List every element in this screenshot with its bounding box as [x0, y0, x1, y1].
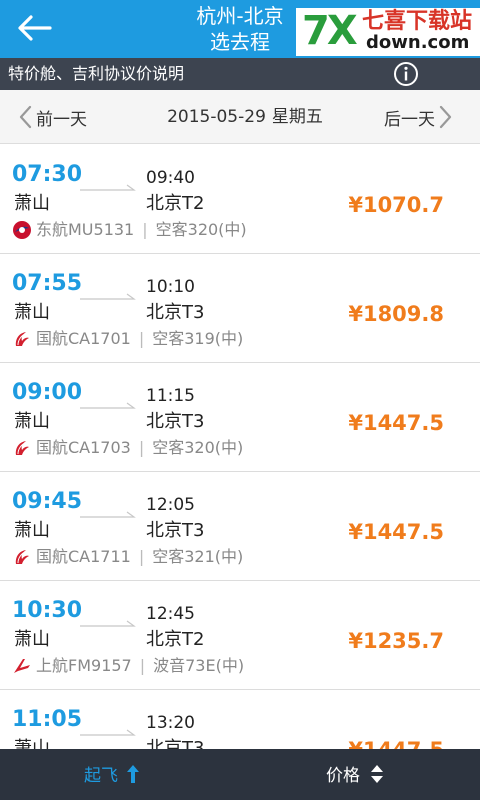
- divider: |: [138, 438, 145, 457]
- departure-airport: 萧山: [14, 738, 50, 749]
- airline-info: 国航CA1703 | 空客320(中): [12, 437, 243, 459]
- flight-list[interactable]: 07:30 09:40 萧山 北京T2 东航MU5131 | 空客320(中) ¥1070.7…: [0, 146, 480, 749]
- watermark-cn-text: 七喜下载站: [362, 9, 473, 34]
- sort-departure-label: 起飞: [84, 766, 118, 786]
- chevron-right-icon: [439, 105, 452, 129]
- departure-time: 09:45: [12, 489, 83, 514]
- airchina-airline-logo-icon: [12, 547, 32, 567]
- aircraft-type: 波音73E(中): [153, 656, 245, 675]
- arrival-airport: 北京T3: [146, 411, 205, 432]
- chevron-left-icon: [19, 105, 32, 129]
- flight-row[interactable]: 10:30 12:45 萧山 北京T2 上航FM9157 | 波音73E(中) ¥1235.7: [0, 582, 480, 690]
- flight-row[interactable]: 09:45 12:05 萧山 北京T3 国航CA1711 | 空客321(中) ¥1447.5: [0, 473, 480, 581]
- back-button[interactable]: [12, 8, 56, 48]
- sort-updown-icon: [371, 764, 383, 783]
- sort-bar: 起飞 价格: [0, 749, 480, 800]
- airline-info: 国航CA1711 | 空客321(中): [12, 546, 243, 568]
- arrival-time: 09:40: [146, 168, 195, 188]
- aircraft-type: 空客320(中): [152, 438, 244, 457]
- aircraft-type: 空客321(中): [152, 547, 244, 566]
- next-day-button[interactable]: 后一天: [384, 104, 453, 130]
- airline-info: 东航MU5131 | 空客320(中): [12, 219, 247, 241]
- prev-day-label: 前一天: [36, 109, 87, 130]
- current-date: 2015-05-29 星期五: [160, 106, 336, 128]
- flight-number: 国航CA1703: [36, 438, 131, 457]
- back-arrow-icon: [18, 15, 52, 41]
- watermark-domain-text: down.com: [366, 32, 470, 53]
- route-arrow-icon: [80, 402, 136, 409]
- divider: |: [138, 547, 145, 566]
- flight-number: 国航CA1711: [36, 547, 131, 566]
- sort-by-departure-button[interactable]: 起飞: [84, 761, 140, 786]
- flight-number: 上航FM9157: [36, 656, 132, 675]
- arrival-time: 12:45: [146, 604, 195, 624]
- departure-time: 10:30: [12, 598, 83, 623]
- arrival-time: 12:05: [146, 495, 195, 515]
- arrival-airport: 北京T2: [146, 629, 205, 650]
- departure-time: 09:00: [12, 380, 83, 405]
- departure-airport: 萧山: [14, 411, 50, 432]
- fare-price: ¥1447.5: [348, 411, 444, 435]
- shanghai-airline-logo-icon: [12, 656, 32, 676]
- prev-day-button[interactable]: 前一天: [18, 104, 87, 130]
- watermark-7x-mark: 7X: [302, 8, 358, 54]
- route-arrow-icon: [80, 293, 136, 300]
- weekday-value: 星期五: [271, 107, 323, 127]
- arrival-airport: 北京T3: [146, 302, 205, 323]
- fare-price: ¥1235.7: [348, 629, 444, 653]
- flight-row[interactable]: 07:55 10:10 萧山 北京T3 国航CA1701 | 空客319(中) ¥1809.8: [0, 255, 480, 363]
- airline-info: 上航FM9157 | 波音73E(中): [12, 655, 244, 677]
- airline-info: 国航CA1701 | 空客319(中): [12, 328, 243, 350]
- aircraft-type: 空客320(中): [155, 220, 247, 239]
- flight-row[interactable]: 09:00 11:15 萧山 北京T3 国航CA1703 | 空客320(中) ¥1447.5: [0, 364, 480, 472]
- route-arrow-icon: [80, 620, 136, 627]
- arrival-airport: 北京T2: [146, 193, 205, 214]
- divider: |: [139, 656, 146, 675]
- route-arrow-icon: [80, 729, 136, 736]
- info-icon[interactable]: [393, 61, 419, 87]
- departure-time: 07:55: [12, 271, 83, 296]
- sort-by-price-button[interactable]: 价格: [326, 761, 384, 786]
- departure-time: 11:05: [12, 707, 83, 732]
- route-arrow-icon: [80, 184, 136, 191]
- watermark-logo: 7X 七喜下载站 down.com: [296, 8, 480, 56]
- departure-airport: 萧山: [14, 302, 50, 323]
- arrival-airport: 北京T3: [146, 520, 205, 541]
- aircraft-type: 空客319(中): [152, 329, 244, 348]
- flight-number: 国航CA1701: [36, 329, 131, 348]
- fare-notice-text: 特价舱、吉利协议价说明: [8, 64, 185, 83]
- fare-price: ¥1809.8: [348, 302, 444, 326]
- next-day-label: 后一天: [384, 109, 435, 130]
- arrival-airport: 北京T3: [146, 738, 205, 749]
- airchina-airline-logo-icon: [12, 329, 32, 349]
- airchina-airline-logo-icon: [12, 438, 32, 458]
- divider: |: [138, 329, 145, 348]
- sort-price-label: 价格: [326, 766, 360, 786]
- route-arrow-icon: [80, 511, 136, 518]
- fare-price: ¥1447.5: [348, 737, 444, 749]
- flight-number: 东航MU5131: [36, 220, 135, 239]
- top-bar: 杭州-北京 选去程 7X 七喜下载站 down.com: [0, 0, 480, 58]
- arrival-time: 13:20: [146, 713, 195, 733]
- eastern-airline-logo-icon: [12, 220, 32, 240]
- fare-price: ¥1447.5: [348, 520, 444, 544]
- date-value: 2015-05-29: [167, 107, 266, 127]
- flight-row[interactable]: 11:0513:20萧山北京T3|¥1447.5: [0, 691, 480, 749]
- fare-notice-bar[interactable]: 特价舱、吉利协议价说明: [0, 58, 480, 90]
- fare-price: ¥1070.7: [348, 193, 444, 217]
- arrow-up-icon: [127, 764, 139, 783]
- departure-time: 07:30: [12, 162, 83, 187]
- departure-airport: 萧山: [14, 193, 50, 214]
- departure-airport: 萧山: [14, 629, 50, 650]
- arrival-time: 10:10: [146, 277, 195, 297]
- divider: |: [142, 220, 148, 239]
- departure-airport: 萧山: [14, 520, 50, 541]
- arrival-time: 11:15: [146, 386, 195, 406]
- date-selector-bar: 前一天 2015-05-29 星期五 后一天: [0, 90, 480, 144]
- flight-row[interactable]: 07:30 09:40 萧山 北京T2 东航MU5131 | 空客320(中) ¥1070.7: [0, 146, 480, 254]
